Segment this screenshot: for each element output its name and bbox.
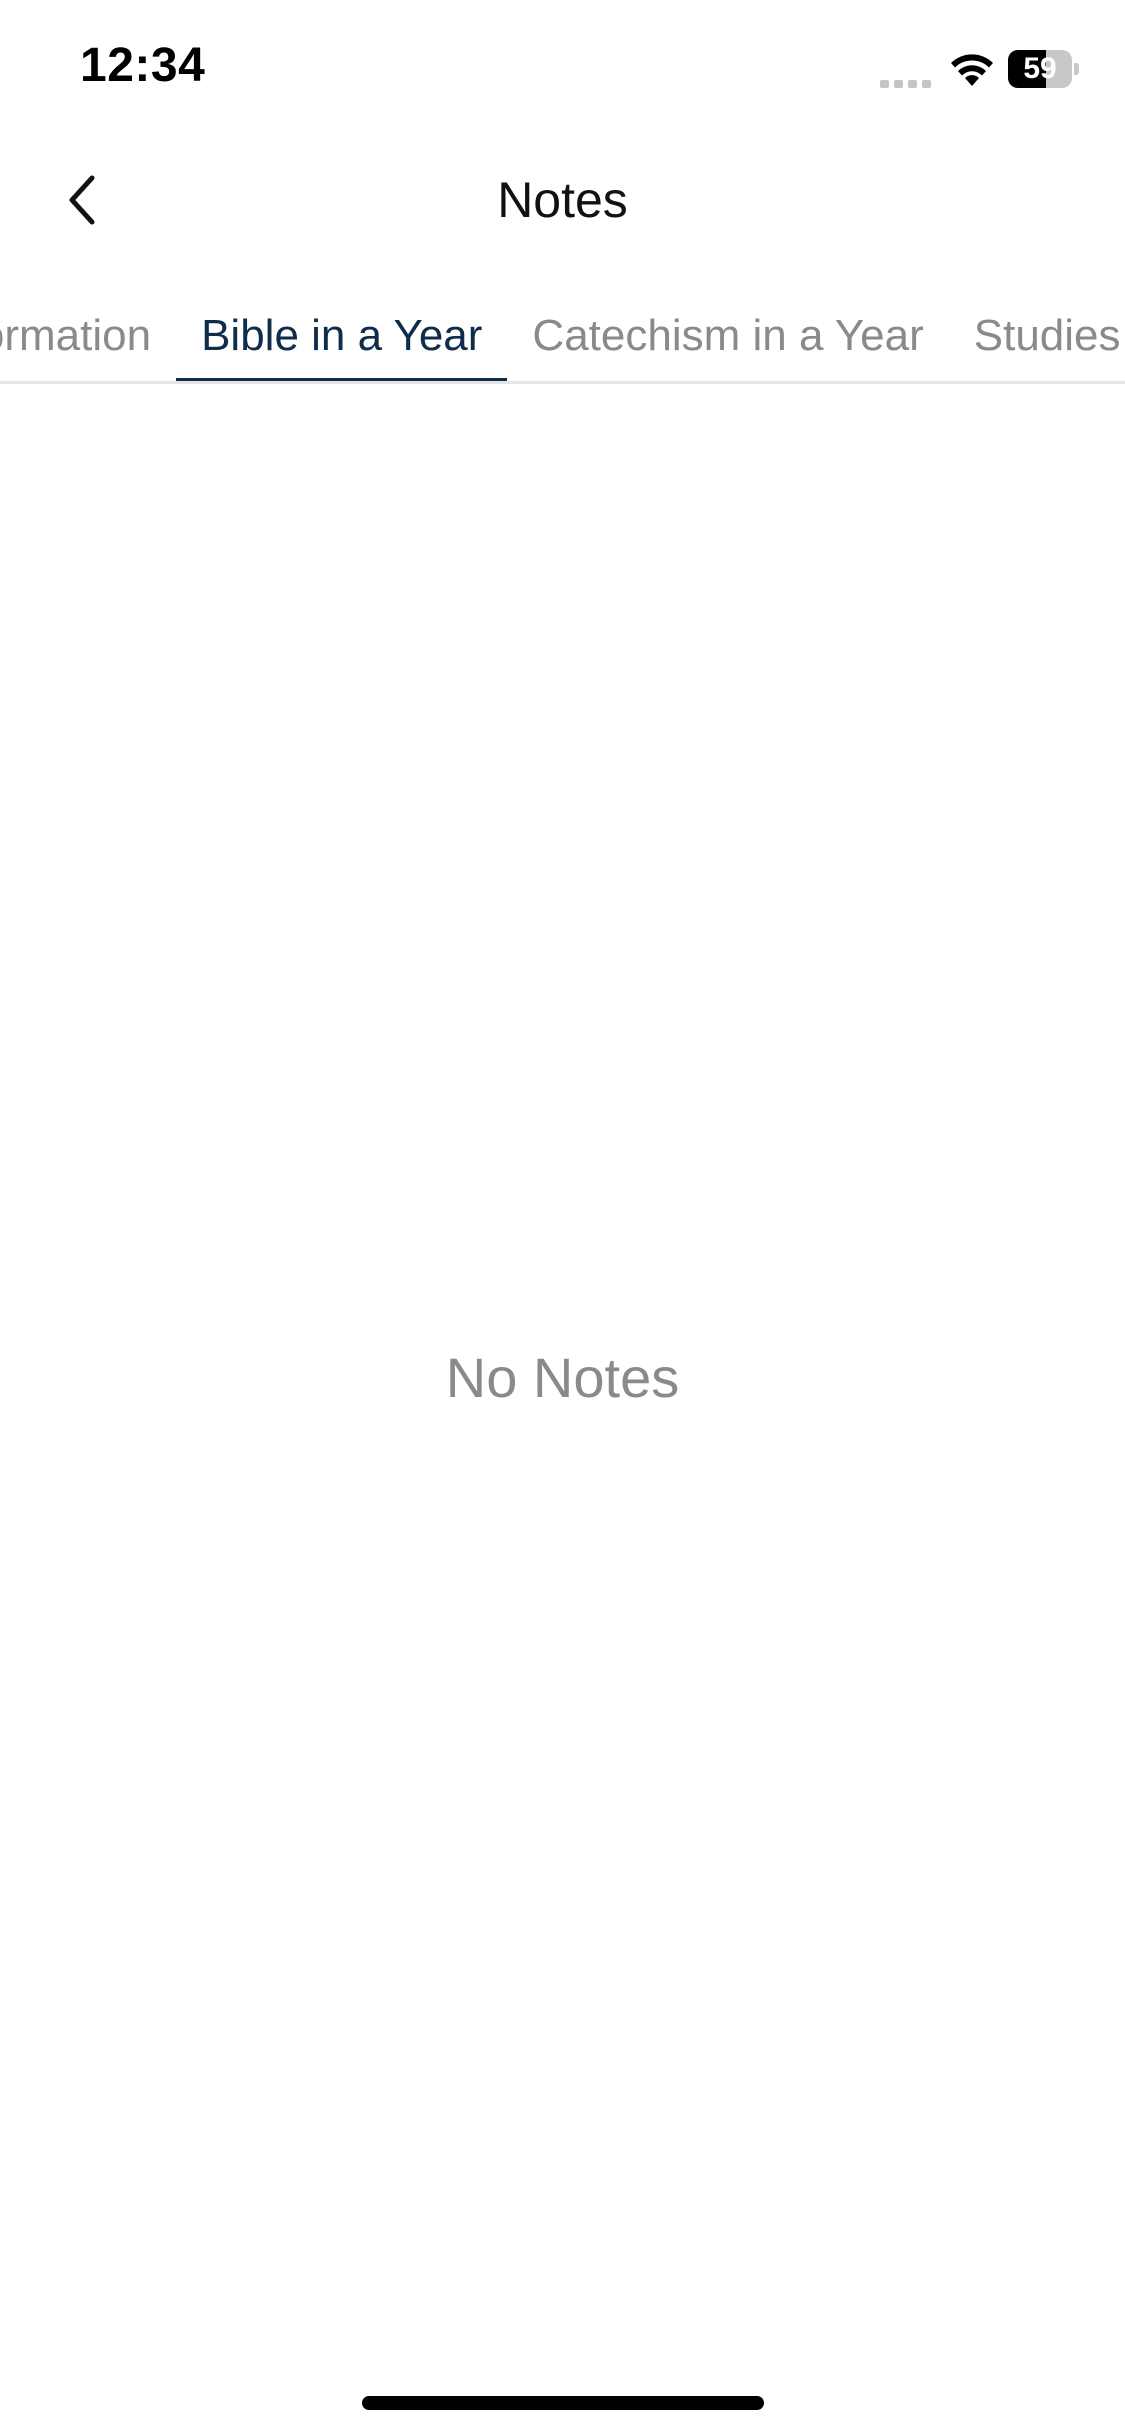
chevron-left-icon [69, 175, 95, 225]
empty-state-message: No Notes [445, 1346, 680, 1409]
status-bar: 12:34 59 [0, 0, 1125, 140]
back-button[interactable] [40, 160, 124, 240]
tab-bible-in-a-year[interactable]: Bible in a Year [176, 292, 508, 381]
nav-header: Notes [0, 140, 1125, 260]
tab-studies[interactable]: Studies [949, 292, 1125, 381]
tab-catechism-in-a-year[interactable]: Catechism in a Year [507, 292, 948, 381]
tab-bar: Formation Bible in a Year Catechism in a… [0, 292, 1125, 384]
battery-body: 59 [1008, 50, 1072, 88]
battery-cap [1074, 63, 1079, 75]
tab-track: Formation Bible in a Year Catechism in a… [0, 292, 1125, 381]
wifi-icon [951, 54, 993, 86]
page-title: Notes [497, 172, 628, 228]
cellular-signal-icon [880, 80, 931, 88]
tab-formation[interactable]: Formation [0, 292, 176, 381]
status-time: 12:34 [80, 39, 206, 92]
home-indicator[interactable] [362, 2396, 764, 2410]
battery-level: 59 [1023, 52, 1057, 85]
battery-icon: 59 [1008, 50, 1080, 88]
